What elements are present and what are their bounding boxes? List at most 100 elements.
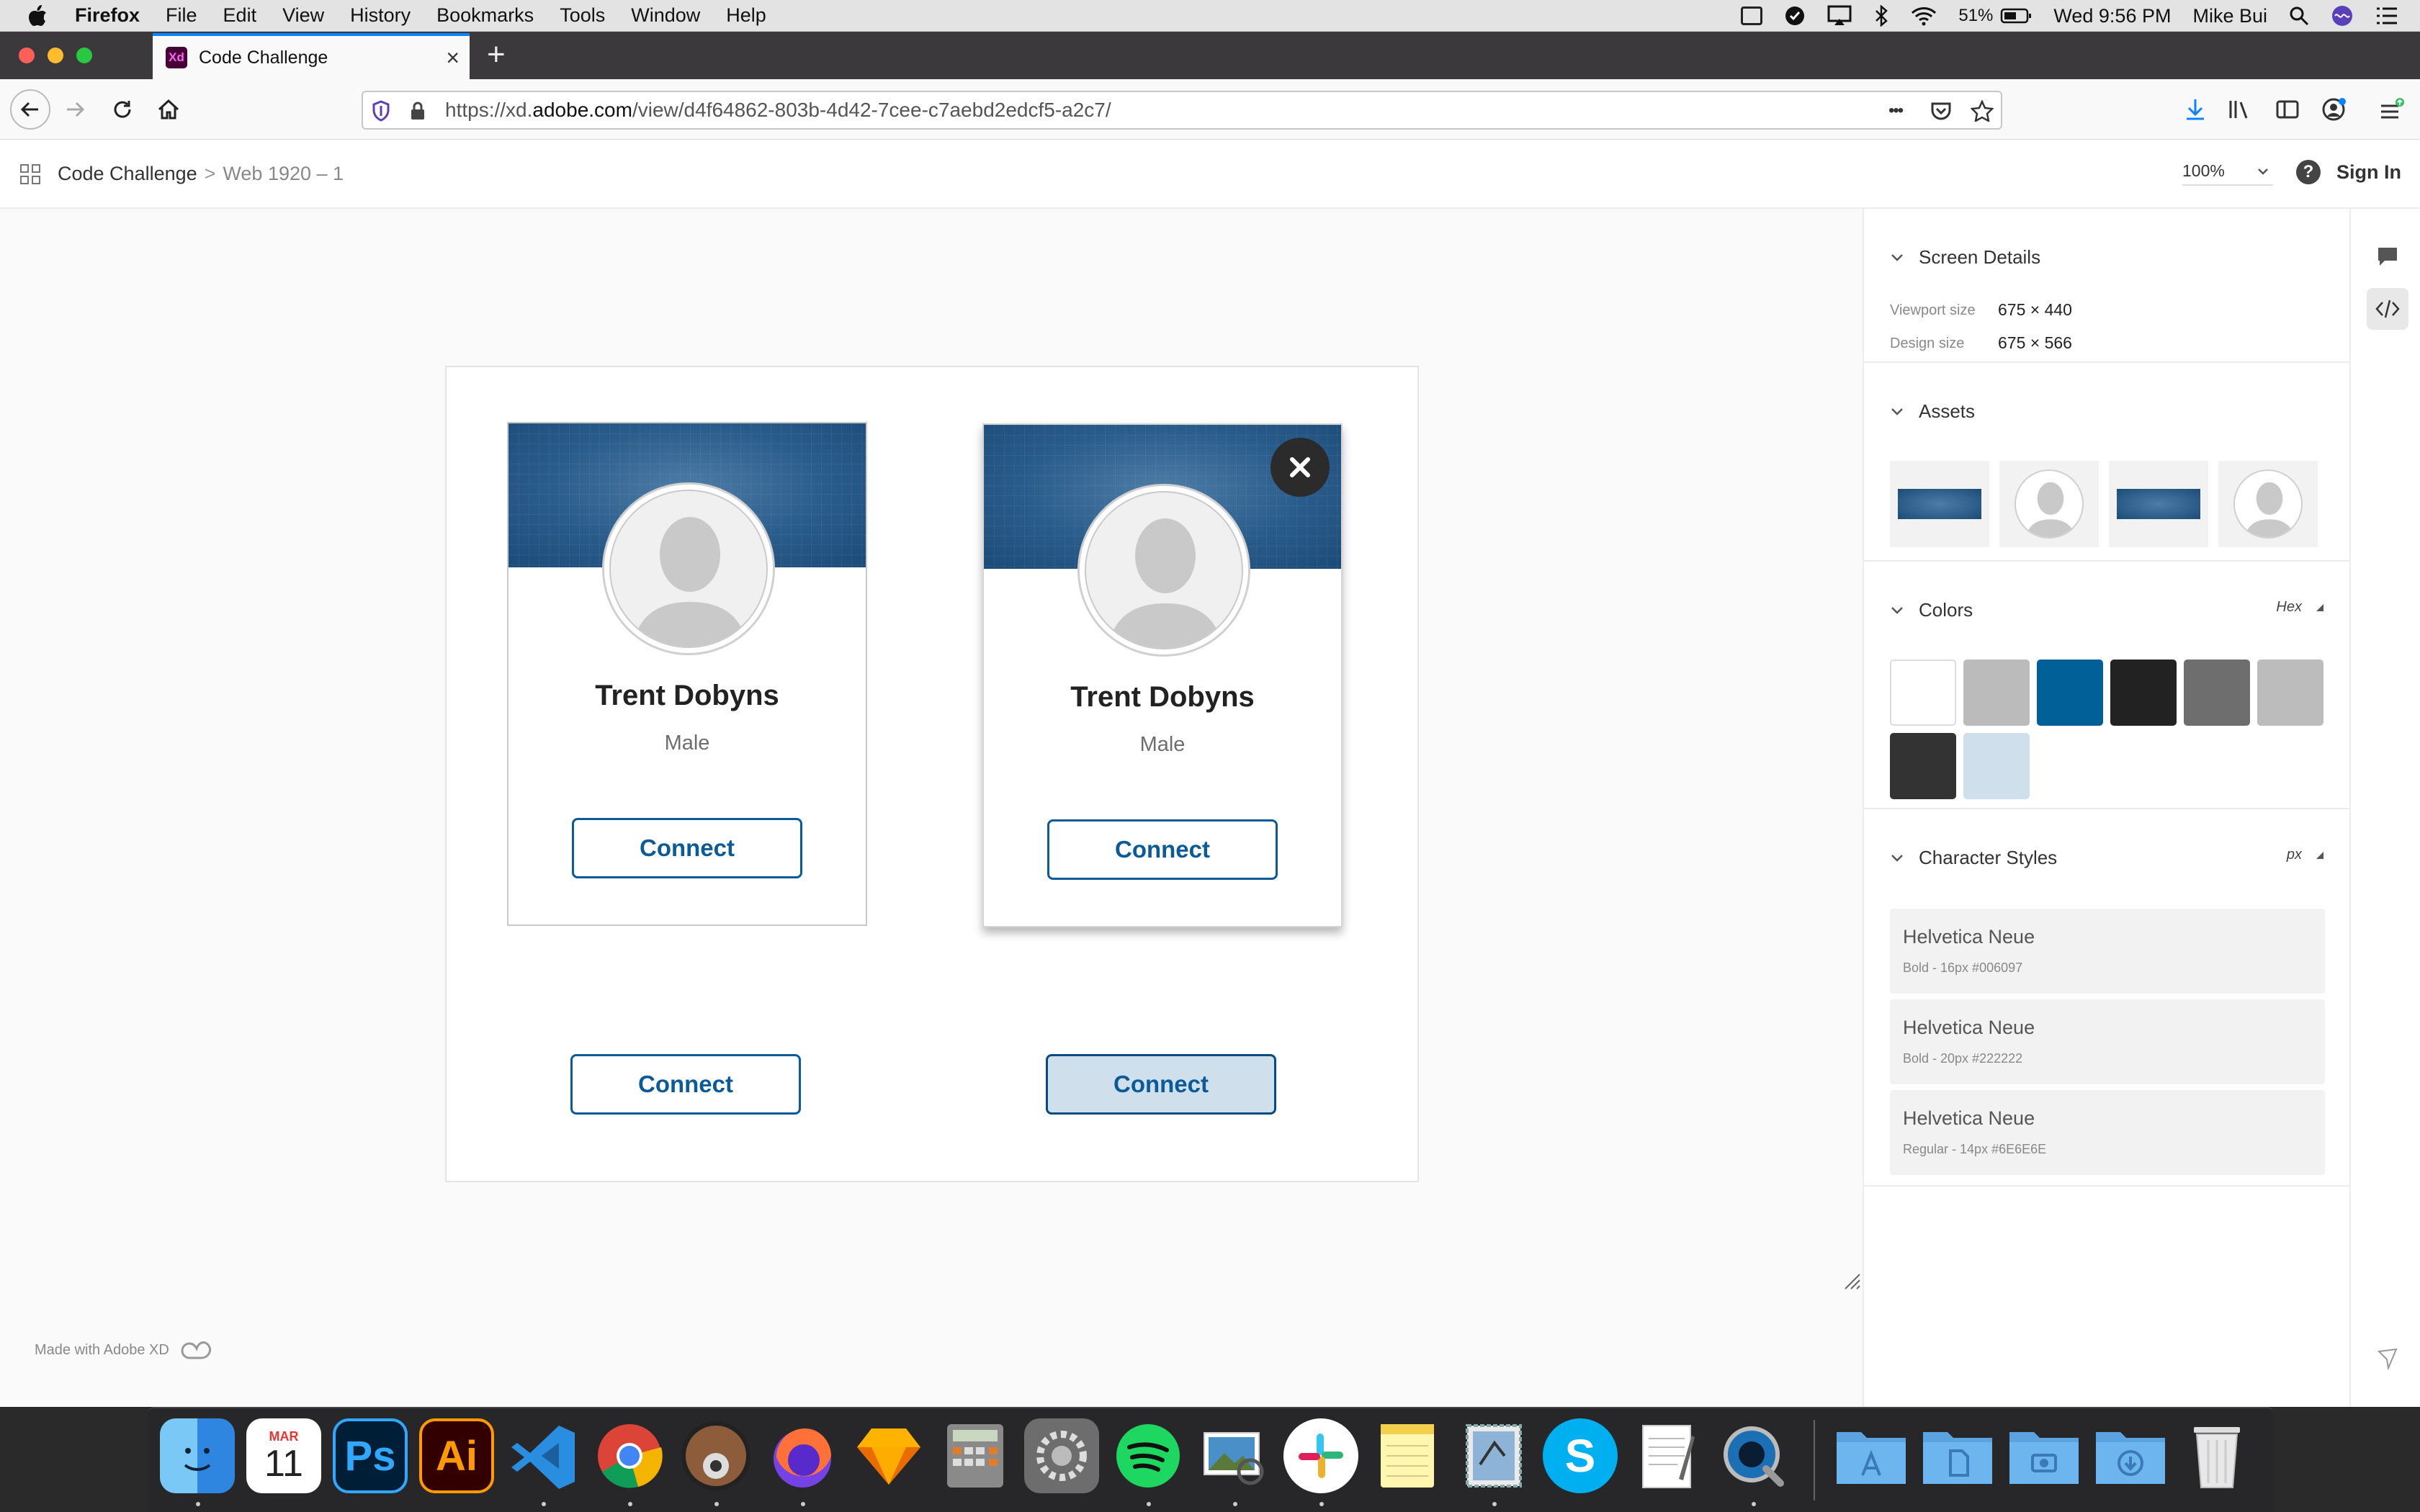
sidebar-toggle-button[interactable] bbox=[2270, 92, 2305, 127]
system-preferences-icon[interactable] bbox=[1024, 1418, 1099, 1493]
color-swatch[interactable] bbox=[1963, 660, 2030, 726]
window-zoom-button[interactable] bbox=[76, 48, 92, 63]
notification-center-icon[interactable] bbox=[2375, 6, 2398, 25]
url-text[interactable]: https://xd.adobe.com/view/d4f64862-803b-… bbox=[445, 99, 1111, 122]
textedit-icon[interactable] bbox=[1629, 1418, 1704, 1493]
display-icon[interactable] bbox=[1741, 6, 1763, 25]
inspect-button[interactable] bbox=[2367, 288, 2408, 330]
color-swatch[interactable] bbox=[2037, 660, 2103, 726]
menu-edit[interactable]: Edit bbox=[223, 4, 257, 27]
page-actions-icon[interactable]: ••• bbox=[1888, 99, 1904, 122]
color-swatch[interactable] bbox=[2184, 660, 2250, 726]
illustrator-icon[interactable]: Ai bbox=[419, 1418, 494, 1493]
menu-history[interactable]: History bbox=[350, 4, 411, 27]
calendar-icon[interactable]: MAR 11 bbox=[246, 1418, 321, 1493]
finder-icon[interactable] bbox=[160, 1418, 235, 1493]
asset-banner[interactable] bbox=[1890, 461, 1989, 547]
resize-handle-icon[interactable] bbox=[1844, 1273, 1861, 1290]
url-bar[interactable]: https://xd.adobe.com/view/d4f64862-803b-… bbox=[362, 91, 2002, 130]
reload-button[interactable] bbox=[105, 92, 140, 127]
new-tab-plus-icon[interactable]: + bbox=[487, 39, 506, 71]
assets-header[interactable]: Assets bbox=[1890, 400, 1975, 423]
trash-icon[interactable] bbox=[2179, 1418, 2254, 1493]
color-swatch[interactable] bbox=[1890, 733, 1956, 799]
clock[interactable]: Wed 9:56 PM bbox=[2053, 5, 2171, 27]
mail-icon[interactable] bbox=[1456, 1418, 1531, 1493]
tab-code-challenge[interactable]: Xd Code Challenge × bbox=[153, 33, 470, 79]
tracking-protection-shield-icon[interactable] bbox=[372, 99, 390, 122]
sketch-icon[interactable] bbox=[851, 1418, 926, 1493]
preview-icon[interactable] bbox=[1197, 1418, 1272, 1493]
library-button[interactable] bbox=[2223, 92, 2257, 127]
applications-folder-icon[interactable] bbox=[1834, 1418, 1909, 1493]
downloads-folder-icon[interactable] bbox=[2093, 1418, 2168, 1493]
grid-view-icon[interactable] bbox=[20, 164, 40, 184]
firefox-icon[interactable] bbox=[765, 1418, 840, 1493]
forward-button[interactable] bbox=[58, 92, 92, 127]
user-name[interactable]: Mike Bui bbox=[2192, 5, 2267, 27]
wifi-icon[interactable] bbox=[1911, 6, 1937, 26]
window-close-button[interactable] bbox=[19, 48, 35, 63]
photoshop-icon[interactable]: Ps bbox=[333, 1418, 408, 1493]
apple-menu-icon[interactable] bbox=[27, 4, 48, 27]
asset-avatar[interactable] bbox=[2218, 461, 2318, 547]
window-minimize-button[interactable] bbox=[48, 48, 63, 63]
vscode-icon[interactable] bbox=[506, 1418, 581, 1493]
spotify-icon[interactable] bbox=[1111, 1418, 1186, 1493]
bluetooth-icon[interactable] bbox=[1873, 5, 1889, 27]
feedback-button[interactable] bbox=[2367, 1338, 2408, 1380]
chrome-icon[interactable] bbox=[592, 1418, 667, 1493]
screen-details-header[interactable]: Screen Details bbox=[1890, 246, 2040, 269]
color-swatch[interactable] bbox=[1963, 733, 2030, 799]
character-style-item[interactable]: Helvetica Neue Regular - 14px #6E6E6E bbox=[1890, 1090, 2325, 1175]
connect-button[interactable]: Connect bbox=[572, 818, 802, 878]
asset-avatar[interactable] bbox=[1999, 461, 2099, 547]
slack-icon[interactable] bbox=[1283, 1418, 1358, 1493]
colors-header[interactable]: Colors bbox=[1890, 599, 1973, 621]
notes-icon[interactable] bbox=[1370, 1418, 1445, 1493]
skype-icon[interactable]: S bbox=[1543, 1418, 1618, 1493]
menu-tools[interactable]: Tools bbox=[560, 4, 605, 27]
quicktime-icon[interactable] bbox=[1716, 1418, 1791, 1493]
character-style-item[interactable]: Helvetica Neue Bold - 16px #006097 bbox=[1890, 909, 2325, 994]
check-badge-icon[interactable] bbox=[1784, 5, 1806, 27]
connect-button-default-state[interactable]: Connect bbox=[570, 1054, 801, 1115]
spotlight-search-icon[interactable] bbox=[2289, 6, 2309, 26]
color-format-select[interactable]: Hex bbox=[2276, 599, 2325, 616]
pocket-icon[interactable] bbox=[1930, 99, 1952, 122]
connect-button-active-state[interactable]: Connect bbox=[1046, 1054, 1276, 1115]
menu-app-firefox[interactable]: Firefox bbox=[75, 4, 140, 27]
lock-icon[interactable] bbox=[409, 99, 426, 122]
tab-close-icon[interactable]: × bbox=[446, 45, 460, 71]
eye-app-icon[interactable] bbox=[678, 1418, 753, 1493]
downloads-button[interactable] bbox=[2178, 92, 2213, 127]
documents-folder-icon[interactable] bbox=[1920, 1418, 1995, 1493]
bookmark-star-icon[interactable] bbox=[1971, 99, 1994, 122]
home-button[interactable] bbox=[151, 92, 186, 127]
comments-button[interactable] bbox=[2367, 236, 2408, 278]
screenshots-folder-icon[interactable] bbox=[2007, 1418, 2081, 1493]
airplay-icon[interactable] bbox=[1827, 5, 1852, 27]
menu-file[interactable]: File bbox=[166, 4, 197, 27]
breadcrumb-project[interactable]: Code Challenge bbox=[58, 163, 197, 184]
color-swatch[interactable] bbox=[2110, 660, 2177, 726]
asset-banner[interactable] bbox=[2109, 461, 2208, 547]
character-style-item[interactable]: Helvetica Neue Bold - 20px #222222 bbox=[1890, 999, 2325, 1084]
unit-select[interactable]: px bbox=[2287, 847, 2325, 863]
back-button[interactable] bbox=[10, 89, 50, 130]
account-button[interactable] bbox=[2316, 92, 2351, 127]
sign-in-link[interactable]: Sign In bbox=[2336, 161, 2401, 184]
help-icon[interactable]: ? bbox=[2296, 160, 2321, 184]
close-icon[interactable] bbox=[1270, 438, 1330, 497]
connect-button[interactable]: Connect bbox=[1047, 819, 1278, 880]
color-swatch[interactable] bbox=[2257, 660, 2323, 726]
battery-icon[interactable] bbox=[2000, 7, 2032, 24]
character-styles-header[interactable]: Character Styles bbox=[1890, 847, 2057, 869]
menu-window[interactable]: Window bbox=[631, 4, 700, 27]
hamburger-menu-button[interactable] bbox=[2374, 92, 2408, 127]
siri-icon[interactable] bbox=[2331, 4, 2354, 27]
menu-bookmarks[interactable]: Bookmarks bbox=[436, 4, 534, 27]
color-swatch[interactable] bbox=[1890, 660, 1956, 726]
menu-help[interactable]: Help bbox=[726, 4, 766, 27]
calculator-icon[interactable] bbox=[938, 1418, 1013, 1493]
